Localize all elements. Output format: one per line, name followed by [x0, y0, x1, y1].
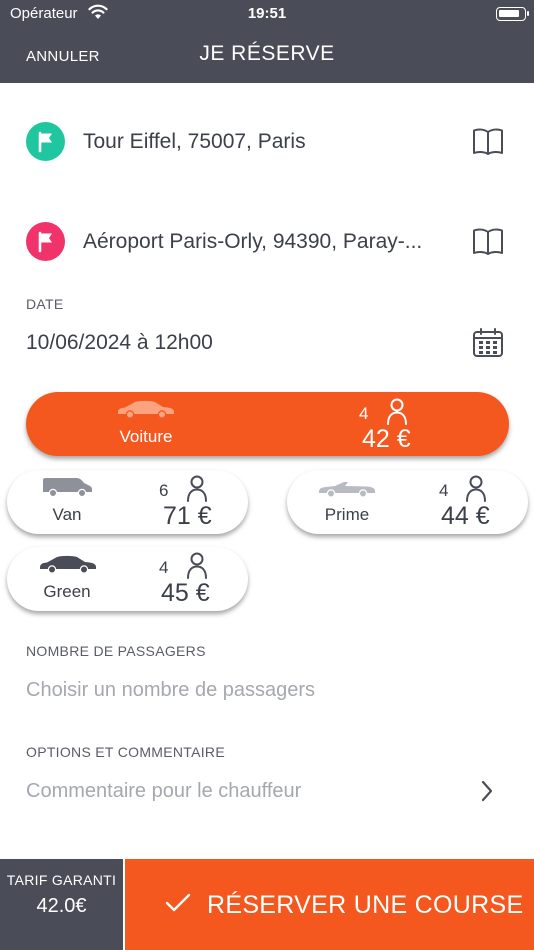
fare-label: TARIF GARANTI: [6, 872, 117, 888]
vehicle-seats: 4: [159, 558, 169, 577]
comment-field[interactable]: Commentaire pour le chauffeur: [26, 780, 301, 803]
date-value[interactable]: 10/06/2024 à 12h00: [26, 331, 213, 355]
vehicle-option-voiture[interactable]: Voiture 4 42 €: [26, 392, 509, 456]
convertible-icon: [317, 478, 377, 503]
address-book-icon[interactable]: [472, 126, 504, 161]
van-icon: [41, 476, 93, 503]
passengers-label: NOMBRE DE PASSAGERS: [26, 643, 206, 659]
vehicle-option-prime[interactable]: Prime 4 44 €: [287, 470, 528, 534]
sedan-icon: [116, 399, 176, 424]
dropoff-address[interactable]: Aéroport Paris-Orly, 94390, Paray-...: [83, 230, 422, 254]
guaranteed-fare: TARIF GARANTI 42.0€: [0, 859, 123, 950]
vehicle-option-van[interactable]: Van 6 71 €: [7, 470, 248, 534]
vehicle-option-green[interactable]: Green 4 45 €: [7, 547, 248, 611]
dropoff-row[interactable]: Aéroport Paris-Orly, 94390, Paray-...: [0, 212, 534, 272]
check-icon: [165, 892, 191, 919]
vehicle-name: Green: [43, 582, 91, 601]
dropoff-flag-icon: [26, 222, 65, 261]
book-ride-label: RÉSERVER UNE COURSE: [207, 891, 524, 919]
battery-icon: [496, 7, 529, 21]
passengers-field[interactable]: Choisir un nombre de passagers: [26, 679, 315, 702]
clock: 19:51: [247, 5, 287, 22]
vehicle-price: 71 €: [163, 502, 212, 530]
status-bar: Opérateur 19:51: [0, 0, 534, 28]
vehicle-price: 44 €: [441, 502, 490, 530]
chevron-right-icon[interactable]: [480, 780, 494, 807]
vehicle-price: 45 €: [161, 579, 210, 607]
vehicle-price: 42 €: [362, 425, 411, 453]
pickup-row[interactable]: Tour Eiffel, 75007, Paris: [0, 112, 534, 172]
options-label: OPTIONS ET COMMENTAIRE: [26, 744, 225, 760]
book-ride-button[interactable]: RÉSERVER UNE COURSE: [125, 859, 534, 950]
fare-value: 42.0€: [36, 895, 87, 917]
nav-bar: ANNULER JE RÉSERVE: [0, 28, 534, 83]
sedan-icon: [38, 554, 98, 579]
page-title: JE RÉSERVE: [199, 42, 335, 65]
date-label: DATE: [26, 296, 64, 312]
pickup-address[interactable]: Tour Eiffel, 75007, Paris: [83, 130, 306, 154]
vehicle-seats: 4: [439, 481, 449, 500]
vehicle-seats: 6: [159, 481, 169, 500]
vehicle-name: Voiture: [119, 427, 173, 446]
vehicle-name: Van: [52, 505, 82, 524]
vehicle-seats: 4: [359, 404, 369, 423]
calendar-icon[interactable]: [472, 328, 504, 363]
vehicle-name: Prime: [324, 505, 370, 524]
address-book-icon[interactable]: [472, 226, 504, 261]
pickup-flag-icon: [26, 122, 65, 161]
